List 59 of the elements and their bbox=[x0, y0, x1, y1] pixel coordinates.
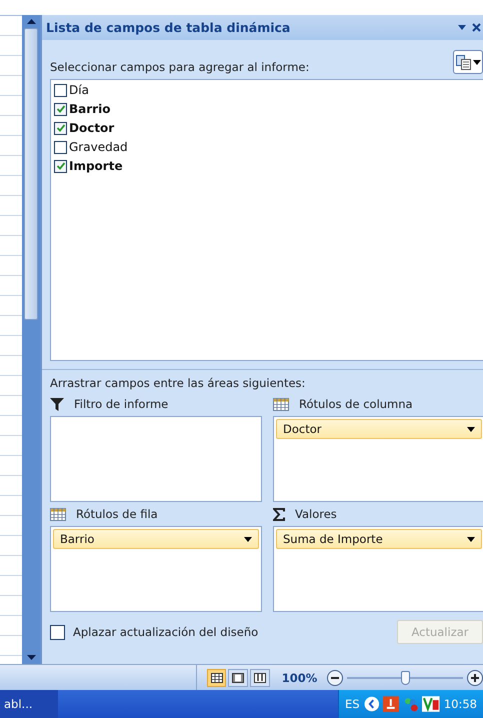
field-chip[interactable]: Suma de Importe bbox=[276, 529, 482, 549]
layout-button[interactable] bbox=[453, 50, 483, 74]
checkbox[interactable] bbox=[50, 624, 65, 640]
checkbox[interactable] bbox=[54, 84, 67, 96]
drop-area[interactable]: Doctor bbox=[273, 416, 483, 502]
zoom-level: 100% bbox=[282, 670, 318, 684]
checkbox[interactable] bbox=[54, 102, 67, 116]
area-title: Rótulos de columna bbox=[299, 397, 413, 411]
filter-icon bbox=[50, 398, 64, 410]
zoom-out-button[interactable] bbox=[327, 670, 344, 686]
areas-label: Arrastrar campos entre las áreas siguientes: bbox=[50, 376, 306, 390]
field-name: Día bbox=[69, 83, 89, 97]
zoom-in-button[interactable] bbox=[467, 670, 483, 686]
down-arrow-icon[interactable] bbox=[26, 655, 36, 660]
caret-icon bbox=[458, 25, 466, 30]
checkbox[interactable] bbox=[54, 140, 67, 154]
plus-icon bbox=[471, 674, 480, 682]
defer-label: Aplazar actualización del diseño bbox=[73, 625, 258, 639]
view-icon bbox=[254, 672, 266, 682]
chevron-left-icon[interactable] bbox=[364, 696, 380, 712]
view-icon bbox=[232, 672, 244, 682]
table-grid-icon bbox=[50, 508, 66, 520]
close-icon[interactable] bbox=[472, 23, 481, 32]
tray-app-icon[interactable] bbox=[422, 696, 440, 712]
field-chip[interactable]: Doctor bbox=[276, 419, 482, 439]
field-name: Importe bbox=[69, 159, 123, 173]
field-chip[interactable]: Barrio bbox=[53, 529, 259, 549]
caret-icon bbox=[467, 536, 475, 542]
layout-icon bbox=[456, 54, 470, 70]
scrollbar-thumb[interactable] bbox=[24, 28, 38, 320]
field-name: Doctor bbox=[69, 121, 114, 135]
clock: 10:58 bbox=[444, 697, 477, 711]
fields-label: Seleccionar campos para agregar al informe: bbox=[50, 60, 310, 74]
field-name: Barrio bbox=[69, 102, 110, 116]
caret-icon bbox=[467, 426, 475, 432]
view-button[interactable] bbox=[250, 668, 270, 686]
tray-app-icon[interactable] bbox=[383, 696, 399, 712]
caret-icon bbox=[244, 536, 252, 542]
up-arrow-icon[interactable] bbox=[26, 19, 36, 24]
minus-icon bbox=[331, 676, 340, 678]
checkmark-icon bbox=[56, 161, 66, 171]
table-grid-icon bbox=[273, 398, 289, 410]
pane-title: Lista de campos de tabla dinámica bbox=[46, 20, 292, 35]
drop-area[interactable]: Barrio bbox=[50, 526, 262, 612]
sigma-icon bbox=[273, 508, 285, 520]
view-button[interactable] bbox=[228, 668, 248, 686]
area-title: Filtro de informe bbox=[74, 397, 168, 411]
taskbar-button[interactable]: abl... bbox=[0, 690, 58, 718]
area-title: Valores bbox=[295, 507, 337, 521]
field-name: Gravedad bbox=[69, 140, 128, 154]
slider-thumb[interactable] bbox=[401, 670, 410, 684]
checkbox[interactable] bbox=[54, 160, 67, 172]
drop-area[interactable]: Suma de Importe bbox=[273, 526, 483, 612]
checkbox[interactable] bbox=[54, 122, 67, 134]
area-title: Rótulos de fila bbox=[76, 507, 158, 521]
caret-icon bbox=[472, 60, 480, 64]
view-button[interactable] bbox=[206, 668, 226, 686]
vertical-scrollbar[interactable] bbox=[22, 15, 40, 664]
view-icon bbox=[210, 672, 223, 682]
